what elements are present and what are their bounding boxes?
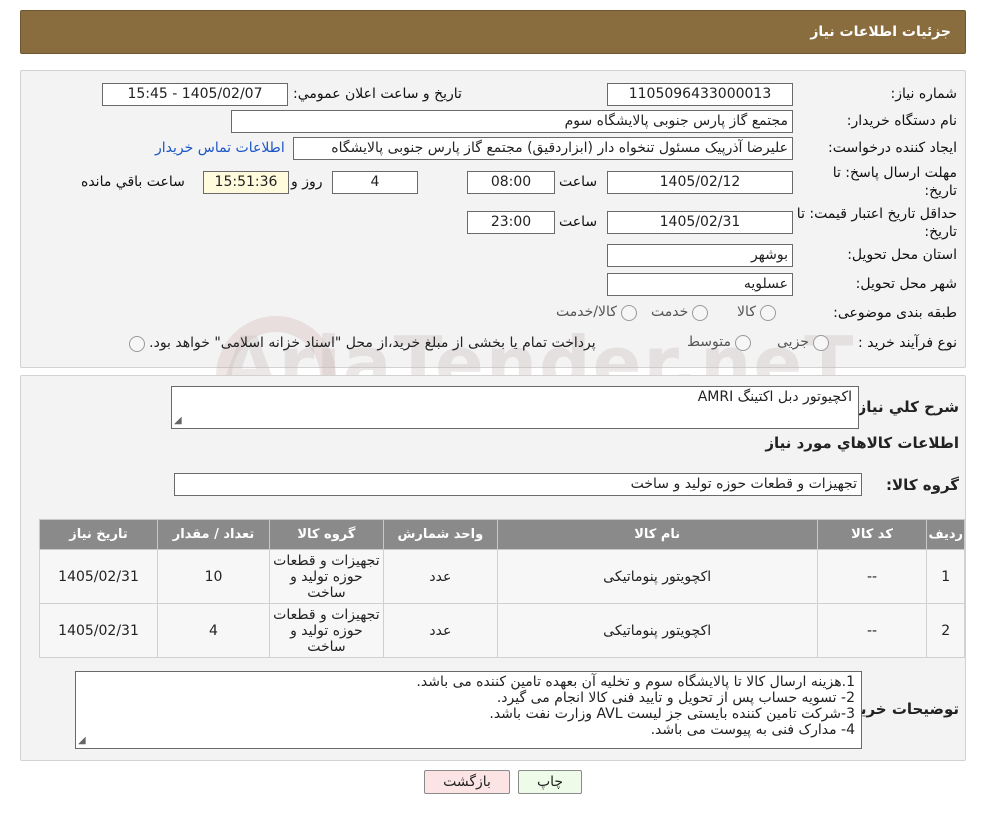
- cell-group: تجهیزات و قطعات حوزه تولید و ساخت: [268, 549, 384, 604]
- radio-icon[interactable]: [692, 304, 709, 321]
- remaining-time-field: 15:51:36: [203, 171, 289, 194]
- col-header-need-date: تاريخ نياز: [38, 519, 159, 550]
- province-label: استان محل تحويل:: [847, 247, 957, 263]
- days-remaining-field: 4: [332, 171, 418, 194]
- details-panel: AriaTender.neT شماره نیاز: 1105096433000…: [20, 70, 966, 436]
- deadline-date-field: 1405/02/12: [607, 171, 793, 194]
- deadline-label: مهلت ارسال پاسخ: تا: [832, 165, 957, 181]
- buyer-notes-textarea[interactable]: 1.هزینه ارسال کالا تا پالایشگاه سوم و تخ…: [75, 671, 862, 749]
- purchase-note-option[interactable]: پرداخت تمام یا بخشی از مبلغ خرید،از محل …: [129, 335, 596, 352]
- category-option-service[interactable]: خدمت: [651, 304, 709, 321]
- goods-info-title: اطلاعات کالاهاي مورد نياز: [765, 434, 959, 452]
- goods-group-label: گروه کالا:: [886, 476, 959, 494]
- col-header-quantity: تعداد / مقدار: [157, 519, 270, 550]
- cell-quantity: 4: [157, 603, 270, 658]
- cell-quantity: 10: [157, 549, 270, 604]
- col-header-row-no: رديف: [926, 519, 965, 550]
- note-line: 1.هزینه ارسال کالا تا پالایشگاه سوم و تخ…: [416, 674, 855, 690]
- radio-icon[interactable]: [735, 334, 752, 351]
- city-field: عسلويه: [607, 273, 793, 296]
- validity-label: حداقل تاريخ اعتبار قيمت: تا: [796, 206, 957, 222]
- announce-datetime-field: 1405/02/07 - 15:45: [102, 83, 288, 106]
- radio-icon[interactable]: [760, 304, 777, 321]
- summary-label: شرح کلي نياز:: [851, 398, 959, 416]
- cell-code: --: [816, 549, 928, 604]
- deadline-time-field: 08:00: [467, 171, 555, 194]
- page-header: جزئیات اطلاعات نیاز: [20, 10, 966, 54]
- col-header-group: گروه کالا: [268, 519, 384, 550]
- validity-time-field: 23:00: [467, 211, 555, 234]
- category-label: طبقه بندی موضوعی:: [833, 305, 957, 321]
- purchase-option-medium[interactable]: متوسط: [687, 334, 752, 351]
- deadline-label-2: تاريخ:: [924, 183, 957, 199]
- goods-panel: شرح کلي نياز: اکچیوتور دبل اکتینگ AMRI ◢…: [20, 375, 966, 761]
- cell-unit: عدد: [382, 549, 498, 604]
- cell-unit: عدد: [382, 603, 498, 658]
- remaining-label: ساعت باقي مانده: [81, 174, 185, 190]
- purchase-option-minor[interactable]: جزیی: [777, 334, 830, 351]
- back-button[interactable]: بازگشت: [424, 770, 510, 794]
- need-number-field: 1105096433000013: [607, 83, 793, 106]
- col-header-code: کد کالا: [816, 519, 928, 550]
- requester-label: ايجاد کننده درخواست:: [828, 140, 957, 156]
- resize-grip-icon[interactable]: ◢: [174, 415, 182, 426]
- cell-name: اکچویتور پنوماتیکی: [496, 603, 818, 658]
- col-header-name: نام کالا: [496, 519, 818, 550]
- cell-need-date: 1405/02/31: [38, 603, 159, 658]
- purchase-type-label: نوع فرآیند خرید :: [858, 335, 957, 351]
- print-button[interactable]: چاپ: [518, 770, 582, 794]
- validity-time-label: ساعت: [559, 214, 598, 230]
- days-label: روز و: [291, 174, 323, 190]
- goods-table: رديف کد کالا نام کالا واحد شمارش گروه کا…: [38, 519, 965, 658]
- buyer-org-field: مجتمع گاز پارس جنوبی پالایشگاه سوم: [231, 110, 793, 133]
- cell-code: --: [816, 603, 928, 658]
- summary-textarea[interactable]: اکچیوتور دبل اکتینگ AMRI ◢: [171, 386, 859, 429]
- cell-row-no: 1: [926, 549, 965, 604]
- col-header-unit: واحد شمارش: [382, 519, 498, 550]
- radio-icon[interactable]: [813, 334, 830, 351]
- category-option-goods-service[interactable]: کالا/خدمت: [556, 304, 638, 321]
- table-row: 2 -- اکچویتور پنوماتیکی عدد تجهیزات و قط…: [38, 603, 965, 658]
- cell-row-no: 2: [926, 603, 965, 658]
- deadline-time-label: ساعت: [559, 174, 598, 190]
- validity-label-2: تاريخ:: [924, 224, 957, 240]
- buyer-contact-link[interactable]: اطلاعات تماس خريدار: [155, 140, 285, 156]
- requester-field: علیرضا آذرپیک مسئول تنخواه دار (ابزاردقی…: [293, 137, 793, 160]
- cell-group: تجهیزات و قطعات حوزه تولید و ساخت: [268, 603, 384, 658]
- validity-date-field: 1405/02/31: [607, 211, 793, 234]
- buyer-org-label: نام دستگاه خريدار:: [846, 113, 957, 129]
- category-option-goods[interactable]: کالا: [737, 304, 777, 321]
- radio-icon[interactable]: [621, 304, 638, 321]
- note-line: 3-شرکت تامین کننده بایستی جز لیست AVL وز…: [489, 706, 855, 722]
- goods-group-field: تجهیزات و قطعات حوزه تولید و ساخت: [174, 473, 862, 496]
- resize-grip-icon[interactable]: ◢: [78, 735, 86, 746]
- table-header-row: رديف کد کالا نام کالا واحد شمارش گروه کا…: [38, 519, 965, 550]
- need-number-label: شماره نیاز:: [890, 86, 958, 102]
- city-label: شهر محل تحويل:: [855, 276, 957, 292]
- note-line: 4- مدارک فنی به پیوست می باشد.: [650, 722, 855, 738]
- cell-need-date: 1405/02/31: [38, 549, 159, 604]
- cell-name: اکچویتور پنوماتیکی: [496, 549, 818, 604]
- page-title: جزئیات اطلاعات نیاز: [810, 24, 951, 40]
- province-field: بوشهر: [607, 244, 793, 267]
- note-line: 2- تسویه حساب پس از تحویل و تایید فنی کا…: [496, 690, 855, 706]
- radio-icon[interactable]: [129, 335, 145, 352]
- table-row: 1 -- اکچویتور پنوماتیکی عدد تجهیزات و قط…: [38, 549, 965, 604]
- announce-label: تاریخ و ساعت اعلان عمومي:: [293, 86, 462, 102]
